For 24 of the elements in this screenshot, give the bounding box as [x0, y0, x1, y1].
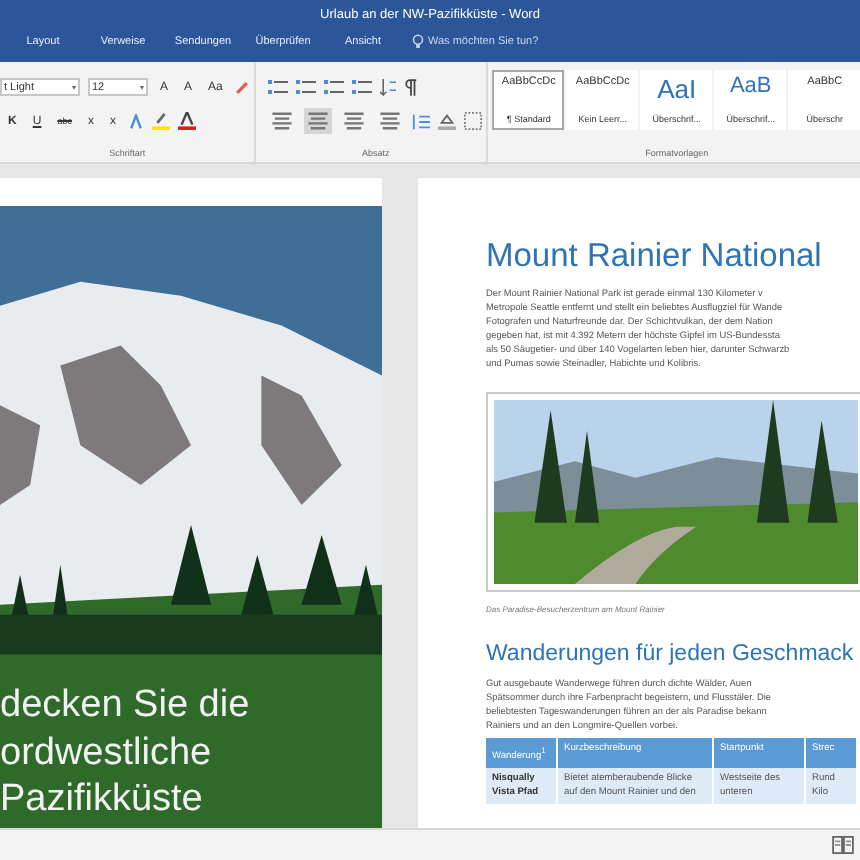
page-heading: Mount Rainier National — [486, 238, 824, 276]
align-icon[interactable] — [304, 108, 333, 134]
pilcrow-icon — [404, 78, 419, 96]
align-icon[interactable] — [340, 108, 369, 134]
align-icon[interactable] — [268, 108, 297, 134]
align-icon[interactable] — [376, 108, 405, 134]
shading-icon — [438, 112, 457, 130]
sort-icon — [380, 78, 397, 96]
text-effect-icon — [127, 113, 144, 129]
list-icon — [324, 79, 345, 95]
cover-title: decken Sie die ordwestliche Pazifikküste — [0, 681, 250, 824]
lightbulb-icon — [412, 34, 424, 50]
caret-icon — [140, 85, 144, 89]
read-mode-icon[interactable] — [832, 836, 854, 854]
list-icon — [352, 79, 373, 95]
font-color-icon — [177, 112, 196, 130]
line-spacing-icon — [412, 113, 431, 129]
highlighter-icon — [151, 112, 170, 130]
list-icon — [296, 79, 317, 95]
eraser-icon — [234, 79, 251, 95]
border-icon — [464, 112, 483, 130]
section-heading: Wanderungen für jeden Geschmack — [486, 642, 856, 666]
caret-icon — [72, 85, 76, 89]
list-icon — [268, 79, 289, 95]
